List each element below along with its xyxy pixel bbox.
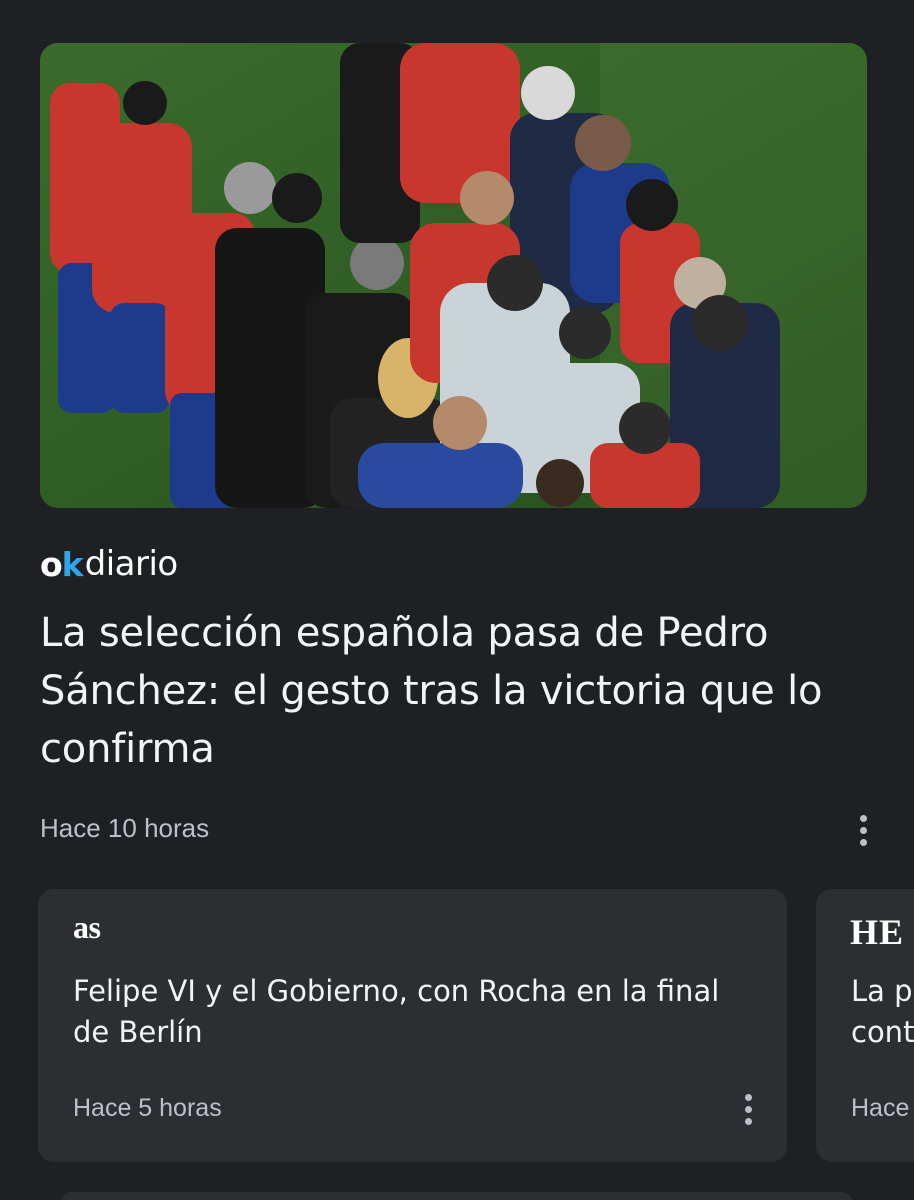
card-headline: Felipe VI y el Gobierno, con Rocha en la… [73,974,720,1049]
card-headline: La p cont [851,974,914,1049]
source-logo-he: HE [850,912,905,952]
news-feed: ok diario La selección española pasa de P… [0,0,914,1200]
card-timestamp: Hace 5 horas [73,1094,222,1122]
more-vert-icon [859,814,867,822]
related-article-card[interactable]: as Felipe VI y el Gobierno, con Rocha en… [38,889,787,1162]
source-logo-as: as [73,909,101,945]
article-timestamp: Hace 10 horas [40,813,210,843]
okdiario-logo-diario: diario [84,544,179,584]
card-timestamp: Hace [851,1094,910,1122]
article-headline[interactable]: La selección española pasa de Pedro Sánc… [40,604,870,778]
okdiario-logo-ok: ok [40,544,84,584]
more-options-button[interactable] [846,805,880,855]
article-photo[interactable] [40,43,867,508]
next-card-edge[interactable] [62,1192,852,1200]
more-vert-icon [744,1093,752,1101]
source-logo-okdiario[interactable]: ok diario [40,542,178,586]
photo-illustration [40,43,867,508]
related-article-card-partial[interactable]: HE La p cont Hace [816,889,914,1162]
card-more-options-button[interactable] [731,1084,765,1134]
